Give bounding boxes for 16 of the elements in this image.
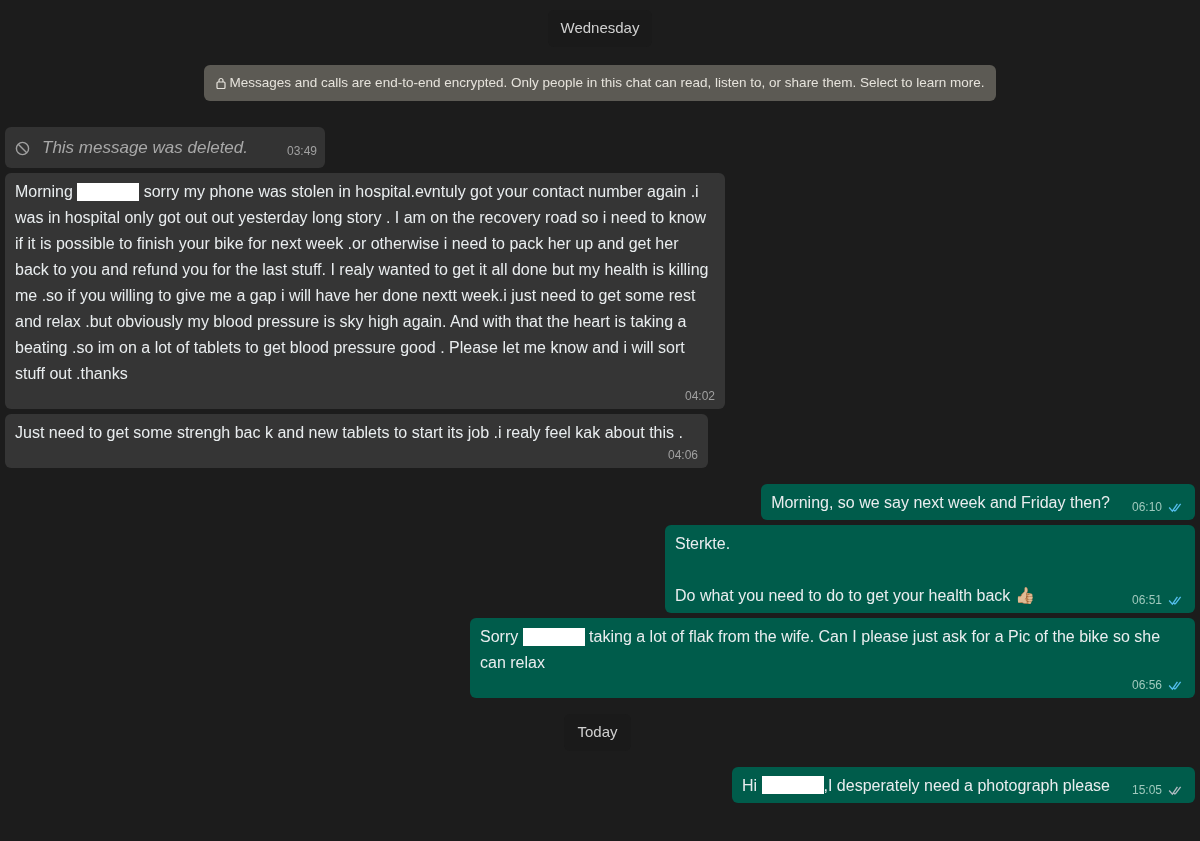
notice-text: Messages and calls are end-to-end encrypted. Only people in this chat can read, listen to, or share them. Select to learn more. [229,73,985,92]
message-text: Sterkte. Do what you need to do to get your health back 👍🏼 [675,534,1035,607]
message-time: 06:10 [1131,499,1162,517]
message-text: Hi ,I desperately need a photograph please [741,775,1110,797]
message-time: 04:06 [667,447,698,465]
message-text: Just need to get some strengh bac k and new tablets to start its job .i realy feel kak about this . [15,423,683,444]
message-text: Morning sorry my phone was stolen in hospital.evntuly got your contact number again .i was in hospital only got out out yesterday long story . I am on the recovery road so i need to know if it is possible to finish your bike for next week .or otherwise i need to pack her up and get her back to you and refund you for the last stuff. I realy wanted to get it all done but my health is killing me .so if you willing to give me a gap i will have her done nextt week.i just need to get some rest and relax .but obviously my blood pressure is sky high again. And with that the heart is taking a beating .so im on a lot of tablets to get blood pressure good . Please let me know and i will sort stuff out .thanks [15,181,710,385]
message-text: This message was deleted. [42,136,248,159]
message-text: Morning, so we say next week and Friday then? [771,493,1110,514]
message-text: Sorry taking a lot of flak from the wife. Can I please just ask for a Pic of the bike so she can relax [480,626,1162,674]
message-time: 04:02 [684,388,715,406]
message-time: 03:49 [286,143,317,161]
message-time: 15:05 [1131,781,1162,799]
message-time: 06:51 [1131,592,1162,610]
message-time: 06:56 [1131,677,1162,695]
encryption-notice[interactable]: Messages and calls are end-to-end encrypted. Only people in this chat can read, listen to, or share them. Select to learn more. [203,64,997,101]
